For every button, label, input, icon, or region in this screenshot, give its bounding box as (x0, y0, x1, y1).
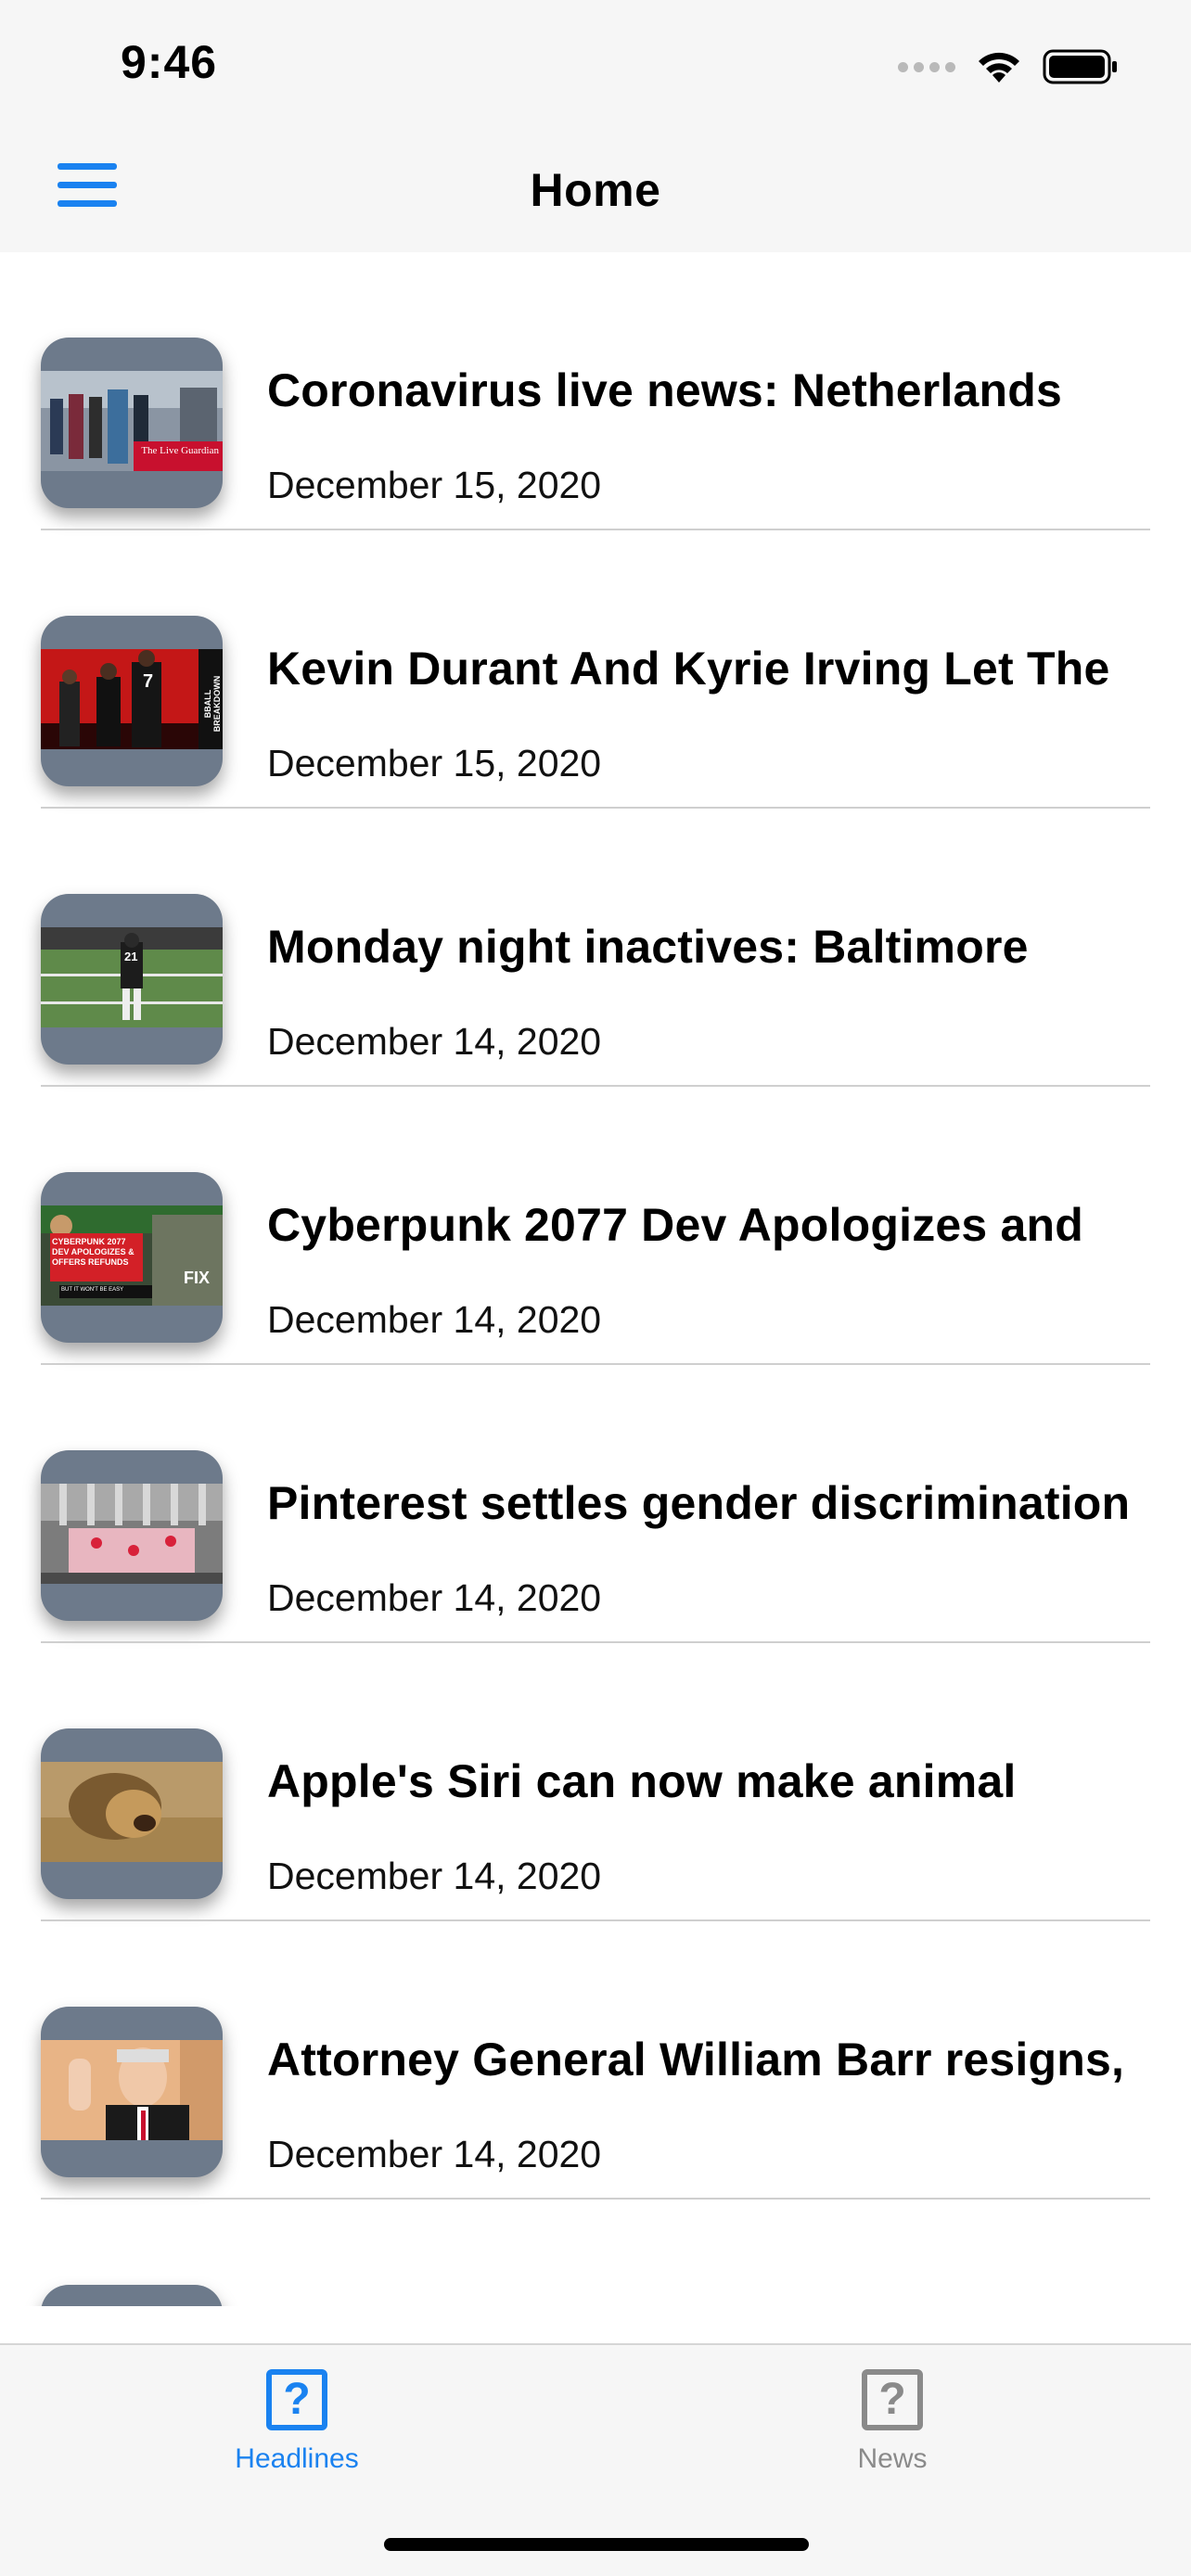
article-thumbnail: 7 BBALL BREAKDOWN (41, 616, 223, 786)
article-thumbnail: 21 (41, 894, 223, 1065)
list-item[interactable]: Pinterest settles gender discrimination … (0, 1365, 1191, 1643)
thumbnail-caption: CYBERPUNK 2077 DEV APOLOGIZES & OFFERS R… (52, 1237, 134, 1267)
article-headline: Pinterest settles gender discrimination (267, 1477, 1131, 1529)
article-thumbnail: The Live Guardian (41, 338, 223, 508)
article-headline: Monday night inactives: Baltimore (267, 921, 1029, 973)
list-item[interactable] (0, 2200, 1191, 2306)
article-headline: Coronavirus live news: Netherlands (267, 364, 1063, 416)
list-item[interactable]: Attorney General William Barr resigns, D… (0, 1921, 1191, 2200)
status-icons (898, 46, 1119, 87)
article-date: December 14, 2020 (267, 1855, 602, 1897)
list-item[interactable]: 21 Monday night inactives: Baltimore Dec… (0, 809, 1191, 1087)
tab-news[interactable]: ? News (753, 2369, 1031, 2475)
article-thumbnail (41, 1450, 223, 1621)
thumbnail-caption: The Live Guardian (141, 445, 219, 456)
thumbnail-caption: BBALL BREAKDOWN (203, 675, 222, 733)
article-thumbnail (41, 1728, 223, 1899)
thumbnail-subcaption: BUT IT WON'T BE EASY (61, 1287, 124, 1293)
article-thumbnail: CYBERPUNK 2077 DEV APOLOGIZES & OFFERS R… (41, 1172, 223, 1343)
list-item[interactable]: Apple's Siri can now make animal Decembe… (0, 1643, 1191, 1921)
article-date: December 14, 2020 (267, 1020, 602, 1063)
wifi-icon (979, 52, 1019, 83)
jersey-number: 21 (124, 950, 138, 963)
article-headline: Apple's Siri can now make animal (267, 1755, 1017, 1807)
article-date: December 14, 2020 (267, 1298, 602, 1341)
page-title: Home (530, 164, 661, 216)
list-item[interactable]: 7 BBALL BREAKDOWN Kevin Durant And Kyrie… (0, 530, 1191, 809)
tab-label: News (857, 2443, 928, 2474)
article-date: December 15, 2020 (267, 464, 602, 506)
thumbnail-badge: FIX (184, 1269, 211, 1287)
status-time: 9:46 (121, 36, 218, 88)
article-thumbnail (41, 2007, 223, 2177)
article-date: December 14, 2020 (267, 2133, 602, 2175)
home-indicator[interactable] (384, 2538, 809, 2551)
tab-label: Headlines (235, 2443, 359, 2474)
battery-icon (1043, 49, 1117, 84)
question-mark-square-icon: ? (266, 2369, 327, 2430)
article-headline: Kevin Durant And Kyrie Irving Let The (267, 643, 1110, 695)
list-item[interactable]: CYBERPUNK 2077 DEV APOLOGIZES & OFFERS R… (0, 1087, 1191, 1365)
tab-headlines[interactable]: ? Headlines (158, 2369, 436, 2475)
question-mark-square-icon: ? (862, 2369, 923, 2430)
status-bar: 9:46 (0, 0, 1191, 130)
navigation-bar: Home (0, 130, 1191, 252)
article-date: December 14, 2020 (267, 1576, 602, 1619)
list-item[interactable]: The Live Guardian Coronavirus live news:… (0, 252, 1191, 530)
article-headline: Attorney General William Barr resigns, (267, 2034, 1125, 2085)
article-thumbnail (41, 2285, 223, 2306)
article-headline: Cyberpunk 2077 Dev Apologizes and (267, 1199, 1083, 1251)
headlines-list[interactable]: The Live Guardian Coronavirus live news:… (0, 252, 1191, 2306)
cellular-signal-icon (898, 61, 955, 72)
article-date: December 15, 2020 (267, 742, 602, 784)
jersey-number: 7 (143, 671, 154, 692)
